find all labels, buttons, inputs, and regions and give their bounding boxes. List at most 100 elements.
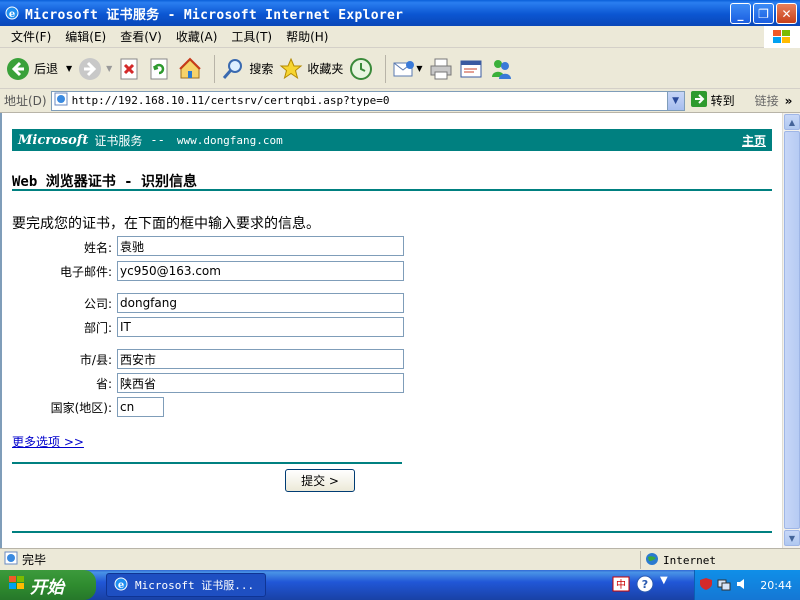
start-label: 开始 bbox=[30, 577, 64, 598]
city-field[interactable]: 西安市 bbox=[117, 349, 404, 369]
toolbar-separator bbox=[385, 54, 387, 83]
department-field[interactable]: IT bbox=[117, 317, 404, 337]
menu-edit[interactable]: 编辑(E) bbox=[58, 28, 113, 45]
taskbar-item-label: Microsoft 证书服... bbox=[135, 579, 255, 592]
messenger-icon bbox=[489, 57, 513, 81]
submit-button[interactable]: 提交 > bbox=[285, 469, 355, 492]
history-button[interactable] bbox=[349, 57, 373, 81]
status-bar: 完毕 Internet bbox=[0, 548, 800, 570]
email-field[interactable]: yc950@163.com bbox=[117, 261, 404, 281]
restore-button[interactable]: ❐ bbox=[753, 3, 774, 24]
shield-icon[interactable] bbox=[699, 577, 713, 594]
page-title: Web 浏览器证书 - 识别信息 bbox=[12, 174, 198, 190]
help-icon[interactable]: ? bbox=[636, 575, 654, 596]
scroll-up-icon[interactable]: ▲ bbox=[784, 114, 800, 130]
forward-button[interactable]: ▼ bbox=[78, 57, 112, 81]
print-button[interactable] bbox=[429, 57, 453, 81]
messenger-button[interactable] bbox=[489, 57, 513, 81]
taskbar: 开始 e Microsoft 证书服... 中 ? ▼ 20:44 bbox=[0, 570, 800, 600]
favorites-button[interactable]: 收藏夹 bbox=[279, 57, 343, 81]
menu-help[interactable]: 帮助(H) bbox=[279, 28, 335, 45]
windows-logo-icon bbox=[764, 26, 800, 48]
taskbar-item-ie[interactable]: e Microsoft 证书服... bbox=[106, 573, 266, 597]
refresh-icon bbox=[148, 57, 172, 81]
svg-text:中: 中 bbox=[616, 578, 626, 591]
microsoft-logo: Microsoft bbox=[18, 132, 89, 148]
scroll-down-icon[interactable]: ▼ bbox=[660, 575, 668, 596]
quick-launch-tray: 中 ? ▼ bbox=[612, 575, 668, 596]
clock[interactable]: 20:44 bbox=[760, 579, 792, 592]
chevron-down-icon[interactable]: ▼ bbox=[416, 64, 422, 73]
go-arrow-icon bbox=[690, 91, 707, 110]
chevron-right-icon[interactable]: » bbox=[785, 94, 793, 108]
name-field[interactable]: 袁驰 bbox=[117, 236, 404, 256]
volume-icon[interactable] bbox=[735, 577, 749, 594]
input-method-icon[interactable]: 中 bbox=[612, 575, 630, 596]
name-label: 姓名: bbox=[83, 241, 112, 255]
company-field[interactable]: dongfang bbox=[117, 293, 404, 313]
back-label: 后退 bbox=[34, 62, 59, 76]
header-banner: Microsoft 证书服务 -- www.dongfang.com 主页 bbox=[12, 129, 772, 151]
menu-view[interactable]: 查看(V) bbox=[113, 28, 169, 45]
system-tray: 20:44 bbox=[694, 570, 800, 600]
mail-button[interactable]: ▼ bbox=[392, 57, 423, 81]
scrollbar-thumb[interactable] bbox=[784, 131, 800, 529]
links-button[interactable]: 链接 bbox=[755, 92, 779, 109]
menu-file[interactable]: 文件(F) bbox=[4, 28, 58, 45]
stop-button[interactable] bbox=[118, 57, 142, 81]
star-icon bbox=[279, 57, 303, 81]
country-label: 国家(地区): bbox=[50, 401, 112, 415]
search-label: 搜索 bbox=[249, 62, 274, 76]
back-button[interactable]: 后退 ▼ bbox=[6, 57, 72, 81]
svg-text:e: e bbox=[118, 580, 124, 591]
zone-label: Internet bbox=[663, 553, 716, 567]
bottom-divider bbox=[12, 531, 772, 533]
svg-text:?: ? bbox=[642, 578, 648, 591]
page-icon bbox=[54, 92, 68, 109]
scroll-down-icon[interactable]: ▼ bbox=[784, 530, 800, 546]
home-button[interactable] bbox=[178, 57, 202, 81]
chevron-down-icon[interactable]: ▼ bbox=[106, 64, 112, 73]
windows-flag-icon bbox=[8, 575, 26, 596]
banner-separator: -- bbox=[150, 133, 165, 147]
window-titlebar: e Microsoft 证书服务 - Microsoft Internet Ex… bbox=[0, 0, 800, 26]
go-button[interactable]: 转到 bbox=[690, 91, 735, 110]
refresh-button[interactable] bbox=[148, 57, 172, 81]
chevron-down-icon[interactable]: ▼ bbox=[666, 91, 684, 110]
minimize-button[interactable]: _ bbox=[730, 3, 751, 24]
go-label: 转到 bbox=[710, 94, 735, 108]
province-field[interactable]: 陕西省 bbox=[117, 373, 404, 393]
edit-button[interactable] bbox=[459, 57, 483, 81]
page-content: Microsoft 证书服务 -- www.dongfang.com 主页 We… bbox=[0, 113, 782, 548]
banner-service-name: 证书服务 bbox=[94, 133, 143, 148]
search-button[interactable]: 搜索 bbox=[221, 57, 273, 81]
more-options-link[interactable]: 更多选项 >> bbox=[12, 433, 84, 450]
network-icon[interactable] bbox=[717, 577, 731, 594]
address-bar: 地址(D) http://192.168.10.11/certsrv/certr… bbox=[0, 89, 800, 113]
internet-explorer-icon: e bbox=[4, 5, 20, 21]
search-icon bbox=[221, 57, 245, 81]
chevron-down-icon[interactable]: ▼ bbox=[66, 64, 72, 73]
mail-icon bbox=[392, 57, 416, 81]
toolbar-separator bbox=[214, 54, 216, 83]
country-field[interactable]: cn bbox=[117, 397, 164, 417]
banner-site: www.dongfang.com bbox=[176, 133, 283, 147]
stop-icon bbox=[118, 57, 142, 81]
email-label: 电子邮件: bbox=[59, 265, 112, 279]
toolbar: 后退 ▼ ▼ 搜索 收藏夹 ▼ bbox=[0, 49, 800, 89]
forward-arrow-icon bbox=[78, 57, 102, 81]
menu-bar: 文件(F) 编辑(E) 查看(V) 收藏(A) 工具(T) 帮助(H) bbox=[0, 26, 800, 48]
city-label: 市/县: bbox=[79, 353, 112, 367]
address-label: 地址(D) bbox=[4, 94, 47, 108]
menu-tools[interactable]: 工具(T) bbox=[224, 28, 279, 45]
printer-icon bbox=[429, 57, 453, 81]
address-url: http://192.168.10.11/certsrv/certrqbi.as… bbox=[71, 94, 390, 107]
status-text: 完毕 bbox=[22, 553, 47, 567]
menu-favorites[interactable]: 收藏(A) bbox=[169, 28, 225, 45]
edit-page-icon bbox=[459, 57, 483, 81]
close-button[interactable]: ✕ bbox=[776, 3, 797, 24]
address-input[interactable]: http://192.168.10.11/certsrv/certrqbi.as… bbox=[50, 90, 685, 111]
start-button[interactable]: 开始 bbox=[0, 570, 96, 600]
home-link[interactable]: 主页 bbox=[742, 132, 766, 149]
vertical-scrollbar[interactable]: ▲ ▼ bbox=[782, 113, 800, 548]
